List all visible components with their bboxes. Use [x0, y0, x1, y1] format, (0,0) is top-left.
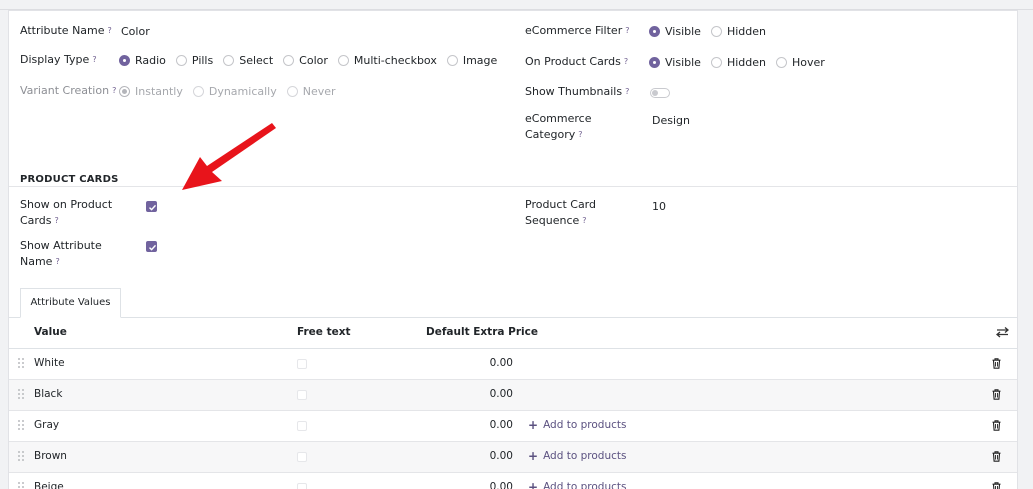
row-value: White [34, 357, 65, 369]
on-product-cards-radio-group: Visible Hidden Hover [649, 54, 835, 70]
top-strip [0, 0, 1033, 10]
free-text-checkbox[interactable] [297, 452, 307, 462]
product-card-sequence-label: Product Card Sequence? [525, 198, 596, 227]
free-text-checkbox[interactable] [297, 359, 307, 369]
display-type-image[interactable]: Image [446, 54, 497, 67]
radio-circle-icon [649, 56, 660, 68]
ecommerce-filter-radio-group: Visible Hidden [649, 23, 776, 39]
trash-icon[interactable] [992, 389, 1001, 400]
variant-creation-never: Never [286, 85, 336, 98]
row-extra-price: 0.00 [489, 419, 513, 431]
on-product-cards-hidden[interactable]: Hidden [710, 56, 766, 69]
column-header-extra-price[interactable]: Default Extra Price [426, 326, 538, 338]
on-product-cards-hover[interactable]: Hover [775, 56, 825, 69]
variant-creation-label: Variant Creation? [20, 84, 117, 97]
display-type-pills[interactable]: Pills [175, 54, 213, 67]
add-to-products-link[interactable]: + Add to products [528, 481, 626, 489]
product-cards-section-title: PRODUCT CARDS [20, 174, 119, 185]
drag-handle-icon[interactable] [18, 451, 25, 462]
drag-handle-icon[interactable] [18, 358, 25, 369]
row-extra-price: 0.00 [489, 388, 513, 400]
table-row[interactable]: Brown 0.00 + Add to products [9, 442, 1017, 473]
drag-handle-icon[interactable] [18, 389, 25, 400]
variant-creation-instantly: Instantly [119, 85, 183, 98]
table-row[interactable]: Beige 0.00 + Add to products [9, 473, 1017, 489]
column-header-free-text[interactable]: Free text [297, 326, 351, 338]
check-icon [149, 244, 157, 251]
form-sheet: Attribute Name? Color Display Type? Radi… [8, 10, 1018, 489]
trash-icon[interactable] [992, 358, 1001, 369]
radio-circle-icon [649, 25, 660, 37]
variant-creation-radio-group: Instantly Dynamically Never [119, 83, 346, 99]
show-thumbnails-label: Show Thumbnails? [525, 85, 630, 98]
check-icon [149, 204, 157, 211]
radio-circle-icon [283, 54, 295, 66]
trash-icon[interactable] [992, 420, 1001, 431]
on-product-cards-visible[interactable]: Visible [649, 56, 701, 69]
add-to-products-link[interactable]: + Add to products [528, 448, 626, 463]
show-on-cards-label: Show on Product Cards? [20, 198, 113, 227]
display-type-label: Display Type? [20, 53, 97, 66]
free-text-checkbox[interactable] [297, 390, 307, 400]
row-value: Beige [34, 481, 64, 489]
ecommerce-category-input[interactable]: Design [652, 113, 690, 129]
drag-handle-icon[interactable] [18, 482, 25, 489]
variant-creation-dynamically: Dynamically [192, 85, 277, 98]
row-value: Gray [34, 419, 60, 431]
trash-icon[interactable] [992, 451, 1001, 462]
row-value: Brown [34, 450, 67, 462]
on-product-cards-label: On Product Cards? [525, 55, 629, 68]
show-thumbnails-toggle[interactable] [650, 88, 670, 98]
ecommerce-filter-label: eCommerce Filter? [525, 24, 630, 37]
display-type-radio-group: Radio Pills Select Color Multi-checkbox … [119, 52, 507, 68]
row-extra-price: 0.00 [489, 481, 513, 489]
radio-circle-icon [710, 56, 722, 68]
radio-circle-icon [175, 54, 187, 66]
tab-attribute-values[interactable]: Attribute Values [20, 288, 121, 318]
ecommerce-category-label: eCommerce Category? [525, 112, 592, 141]
ecommerce-filter-hidden[interactable]: Hidden [710, 25, 766, 38]
trash-icon[interactable] [992, 482, 1001, 489]
display-type-select[interactable]: Select [223, 54, 273, 67]
add-to-products-link[interactable]: + Add to products [528, 417, 626, 432]
attribute-name-label: Attribute Name? [20, 24, 112, 37]
display-type-multi-checkbox[interactable]: Multi-checkbox [337, 54, 437, 67]
row-value: Black [34, 388, 63, 400]
table-header: Value Free text Default Extra Price [9, 318, 1017, 349]
column-header-value[interactable]: Value [34, 326, 67, 338]
show-attribute-name-label: Show Attribute Name? [20, 239, 102, 268]
radio-circle-icon [119, 85, 130, 97]
table-row[interactable]: Black 0.00 [9, 380, 1017, 411]
free-text-checkbox[interactable] [297, 421, 307, 431]
radio-circle-icon [192, 85, 204, 97]
radio-circle-icon [710, 25, 722, 37]
radio-circle-icon [337, 54, 349, 66]
ecommerce-filter-visible[interactable]: Visible [649, 25, 701, 38]
drag-handle-icon[interactable] [18, 420, 25, 431]
free-text-checkbox[interactable] [297, 483, 307, 489]
display-type-color[interactable]: Color [283, 54, 328, 67]
plus-icon: + [528, 479, 539, 489]
row-extra-price: 0.00 [489, 357, 513, 369]
radio-circle-icon [119, 54, 130, 66]
show-attribute-name-checkbox[interactable] [146, 241, 157, 252]
product-card-sequence-input[interactable]: 10 [652, 199, 666, 215]
plus-icon: + [528, 448, 539, 463]
show-on-cards-checkbox[interactable] [146, 201, 157, 212]
radio-circle-icon [286, 85, 298, 97]
plus-icon: + [528, 417, 539, 432]
section-divider [9, 186, 1017, 187]
display-type-radio[interactable]: Radio [119, 54, 166, 67]
table-row[interactable]: White 0.00 [9, 349, 1017, 380]
table-row[interactable]: Gray 0.00 + Add to products [9, 411, 1017, 442]
radio-circle-icon [775, 56, 787, 68]
row-extra-price: 0.00 [489, 450, 513, 462]
column-settings-icon[interactable] [996, 326, 1009, 338]
radio-circle-icon [446, 54, 458, 66]
attribute-name-input[interactable]: Color [121, 24, 150, 40]
radio-circle-icon [223, 54, 235, 66]
